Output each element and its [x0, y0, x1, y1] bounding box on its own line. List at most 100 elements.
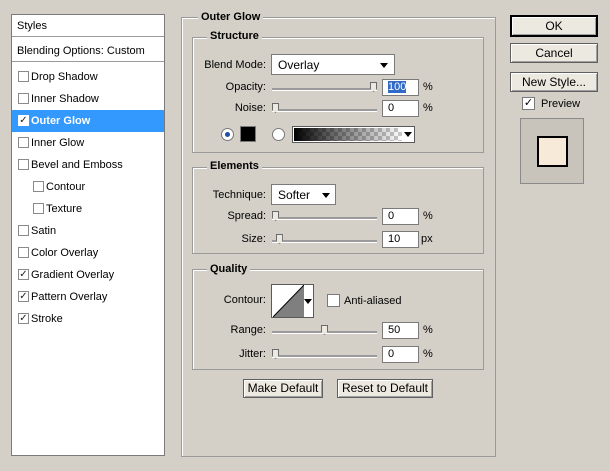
styles-header[interactable]: Styles: [12, 15, 164, 37]
technique-dropdown[interactable]: Softer: [271, 184, 336, 205]
style-item-color-overlay[interactable]: Color Overlay: [12, 242, 164, 264]
quality-title: Quality: [207, 263, 251, 276]
style-item-label: Pattern Overlay: [31, 291, 108, 303]
style-item-satin[interactable]: Satin: [12, 220, 164, 242]
color-radio[interactable]: [221, 128, 234, 141]
preview-swatch: [537, 136, 568, 167]
new-style-button[interactable]: New Style...: [510, 72, 598, 92]
style-item-label: Satin: [31, 225, 57, 237]
blend-mode-value: Overlay: [278, 58, 320, 72]
make-default-button[interactable]: Make Default: [243, 379, 323, 398]
style-item-label: Inner Shadow: [31, 93, 99, 105]
preview-label: Preview: [541, 98, 581, 110]
preview-checkbox[interactable]: ✓: [522, 97, 535, 110]
gradient-overlay-checkbox[interactable]: ✓: [18, 269, 29, 280]
texture-checkbox[interactable]: [33, 203, 44, 214]
noise-slider-track[interactable]: [272, 109, 377, 112]
inner-shadow-checkbox[interactable]: [18, 93, 29, 104]
noise-unit: %: [423, 102, 433, 114]
blending-options-item[interactable]: Blending Options: Custom: [12, 40, 164, 62]
style-item-label: Drop Shadow: [31, 71, 98, 83]
chevron-down-icon: [304, 299, 312, 304]
glow-color-swatch[interactable]: [240, 126, 256, 142]
style-item-label: Inner Glow: [31, 137, 85, 149]
style-item-drop-shadow[interactable]: Drop Shadow: [12, 66, 164, 88]
contour-checkbox[interactable]: [33, 181, 44, 192]
radio-dot: [225, 132, 230, 137]
satin-checkbox[interactable]: [18, 225, 29, 236]
chevron-down-icon: [404, 132, 412, 137]
inner-glow-checkbox[interactable]: [18, 137, 29, 148]
noise-label: Noise:: [234, 102, 266, 114]
style-item-inner-shadow[interactable]: Inner Shadow: [12, 88, 164, 110]
style-item-outer-glow[interactable]: ✓ Outer Glow: [12, 110, 164, 132]
blend-mode-dropdown[interactable]: Overlay: [271, 54, 395, 75]
pattern-overlay-checkbox[interactable]: ✓: [18, 291, 29, 302]
style-item-label: Gradient Overlay: [31, 269, 115, 281]
style-item-label: Stroke: [31, 313, 63, 325]
preview-box: [520, 118, 584, 184]
color-overlay-checkbox[interactable]: [18, 247, 29, 258]
contour-preview-icon: [273, 285, 304, 317]
spread-unit: %: [423, 210, 433, 222]
chevron-down-icon: [380, 63, 388, 68]
jitter-slider-track[interactable]: [272, 355, 377, 358]
size-label: Size:: [241, 233, 266, 245]
style-item-label: Bevel and Emboss: [31, 159, 123, 171]
range-unit: %: [423, 324, 433, 336]
jitter-input[interactable]: 0: [382, 346, 419, 363]
style-item-label: Contour: [46, 181, 86, 193]
gradient-picker[interactable]: [292, 126, 415, 143]
jitter-label: Jitter:: [239, 348, 266, 360]
anti-aliased-label: Anti-aliased: [344, 295, 402, 307]
cancel-button[interactable]: Cancel: [510, 43, 598, 63]
style-item-label: Color Overlay: [31, 247, 99, 259]
style-item-label: Texture: [46, 203, 83, 215]
gradient-radio[interactable]: [272, 128, 285, 141]
gradient-preview: [294, 128, 402, 141]
ok-button[interactable]: OK: [510, 15, 598, 37]
technique-label: Technique:: [212, 189, 266, 201]
contour-picker[interactable]: [271, 284, 314, 318]
style-item-contour[interactable]: Contour: [12, 176, 164, 198]
opacity-label: Opacity:: [225, 81, 266, 93]
size-slider-track[interactable]: [272, 240, 377, 243]
jitter-unit: %: [423, 348, 433, 360]
stroke-checkbox[interactable]: ✓: [18, 313, 29, 324]
spread-value: 0: [388, 210, 395, 222]
opacity-value: 100: [388, 81, 407, 93]
blend-mode-label: Blend Mode:: [204, 59, 266, 71]
range-input[interactable]: 50: [382, 322, 419, 339]
reset-to-default-button[interactable]: Reset to Default: [337, 379, 433, 398]
opacity-unit: %: [423, 81, 433, 93]
size-value: 10: [388, 233, 401, 245]
size-input[interactable]: 10: [382, 231, 419, 248]
drop-shadow-checkbox[interactable]: [18, 71, 29, 82]
outer-glow-checkbox[interactable]: ✓: [18, 115, 29, 126]
structure-title: Structure: [207, 30, 262, 43]
contour-label: Contour:: [223, 294, 266, 306]
technique-value: Softer: [278, 188, 311, 202]
size-unit: px: [421, 233, 433, 245]
noise-value: 0: [388, 102, 395, 114]
style-item-bevel-emboss[interactable]: Bevel and Emboss: [12, 154, 164, 176]
styles-list: Styles Blending Options: Custom Drop Sha…: [11, 14, 165, 456]
style-item-pattern-overlay[interactable]: ✓ Pattern Overlay: [12, 286, 164, 308]
spread-input[interactable]: 0: [382, 208, 419, 225]
style-item-stroke[interactable]: ✓ Stroke: [12, 308, 164, 330]
outer-glow-title: Outer Glow: [198, 11, 264, 24]
style-item-gradient-overlay[interactable]: ✓ Gradient Overlay: [12, 264, 164, 286]
range-label: Range:: [230, 324, 266, 336]
opacity-slider-track[interactable]: [272, 88, 377, 91]
spread-label: Spread:: [227, 210, 266, 222]
range-value: 50: [388, 324, 401, 336]
elements-title: Elements: [207, 160, 262, 173]
opacity-input[interactable]: 100: [382, 79, 419, 96]
style-item-texture[interactable]: Texture: [12, 198, 164, 220]
bevel-emboss-checkbox[interactable]: [18, 159, 29, 170]
noise-input[interactable]: 0: [382, 100, 419, 117]
style-item-inner-glow[interactable]: Inner Glow: [12, 132, 164, 154]
anti-aliased-checkbox[interactable]: [327, 294, 340, 307]
spread-slider-track[interactable]: [272, 217, 377, 220]
jitter-value: 0: [388, 348, 395, 360]
